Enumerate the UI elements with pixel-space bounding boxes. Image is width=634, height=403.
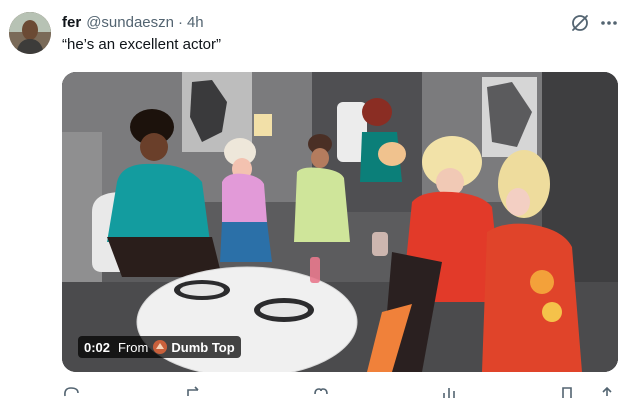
timestamp[interactable]: 4h <box>187 14 204 31</box>
grok-slash-circle-icon <box>572 15 588 31</box>
tweet-card[interactable]: fer @sundaeszn · 4h “he’s an excellent a… <box>0 0 634 398</box>
repost-icon <box>187 386 199 396</box>
avatar-image <box>9 12 51 54</box>
views-button[interactable] <box>440 384 458 398</box>
bookmark-icon <box>562 387 572 398</box>
share-icon <box>602 386 612 396</box>
heart-icon <box>314 388 328 395</box>
tweet-text: “he’s an excellent actor” <box>62 36 221 53</box>
separator-dot: · <box>177 13 183 31</box>
grok-button[interactable] <box>569 12 591 34</box>
tweet-header: fer @sundaeszn · 4h <box>62 12 204 32</box>
from-label: From <box>118 339 149 355</box>
display-name[interactable]: fer <box>62 14 81 31</box>
more-options-button[interactable] <box>598 12 620 34</box>
reply-button[interactable] <box>62 384 80 398</box>
video-duration: 0:02 <box>84 339 111 355</box>
more-horizontal-icon <box>601 21 617 25</box>
user-handle[interactable]: @sundaeszn <box>86 14 174 31</box>
video-frame <box>62 72 618 372</box>
repost-button[interactable] <box>184 384 202 398</box>
source-account-name[interactable]: Dumb Top <box>171 340 234 355</box>
video-info-overlay: 0:02 From Dumb Top <box>78 336 241 358</box>
user-avatar[interactable] <box>9 12 51 54</box>
dumb-top-avatar-icon[interactable] <box>153 340 168 354</box>
video-player[interactable]: 0:02 From Dumb Top <box>62 72 618 372</box>
share-button[interactable] <box>598 384 616 398</box>
reply-icon <box>64 387 79 397</box>
views-chart-icon <box>443 388 455 398</box>
like-button[interactable] <box>312 384 330 398</box>
bookmark-button[interactable] <box>558 384 576 398</box>
